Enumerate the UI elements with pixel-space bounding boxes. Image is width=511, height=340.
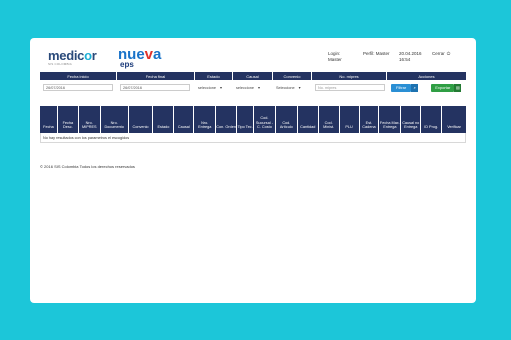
nueva-eps-logo: nueva eps — [118, 46, 162, 69]
col-header: Causal — [174, 106, 195, 133]
main-panel: medicor SIS COLOMBIA nueva eps Login: Ma… — [30, 38, 476, 303]
col-header: Fecha Max. Entrega — [379, 106, 402, 133]
datetime: 20.04.2016 16:54 — [399, 51, 422, 63]
export-button[interactable]: Exportar ▤ — [431, 83, 462, 92]
chevron-down-icon: ▾ — [219, 86, 222, 90]
col-header: Verificar — [442, 106, 466, 133]
filters-header-row: Fecha inicio Fecha final Estado Causal C… — [40, 72, 466, 80]
power-icon: ⏻ — [446, 51, 451, 56]
login-info: Login: Master — [328, 51, 342, 63]
col-header: Con. Orden — [216, 106, 238, 133]
col-header: Tipo Tec. — [237, 106, 254, 133]
login-value: Master — [328, 57, 342, 62]
col-header: Convenio — [128, 106, 154, 133]
filter-button[interactable]: Filtrar ⌕ — [391, 83, 419, 92]
file-icon: ▤ — [454, 83, 462, 92]
col-header: Causal no Entrega — [401, 106, 422, 133]
col-header: ID Prog. — [421, 106, 443, 133]
footer-copyright: © 2016 SIS Colombia Todos los derechos r… — [40, 164, 135, 169]
fecha-final-input[interactable]: 26/07/2016 — [120, 84, 190, 91]
filter-header-mipres: No. mipres — [312, 72, 387, 80]
filter-header-acciones: Acciones — [387, 72, 466, 80]
results-table: Fecha Fecha Desc. Nro. MIPRES Nro. Docum… — [40, 106, 466, 143]
col-header: Cod. Artículo — [275, 106, 298, 133]
col-header: Cod. Sucursal - C. Costo — [254, 106, 276, 133]
col-header: Fecha Desc. — [57, 106, 79, 133]
current-time: 16:54 — [399, 57, 411, 62]
search-icon: ⌕ — [411, 83, 419, 92]
col-header: PLU — [339, 106, 360, 133]
logout-label: Cerrar — [432, 51, 445, 56]
estado-select[interactable]: seleccione ▾ — [198, 85, 222, 91]
medicor-logo: medicor SIS COLOMBIA — [48, 48, 97, 66]
col-header: Estado — [153, 106, 175, 133]
fecha-inicio-input[interactable]: 26/07/2016 — [43, 84, 113, 91]
col-header: Cod. Minist. — [318, 106, 340, 133]
col-header: Cantidad — [297, 106, 319, 133]
logout-link[interactable]: Cerrar ⏻ — [432, 51, 450, 57]
page-header: medicor SIS COLOMBIA nueva eps Login: Ma… — [30, 38, 476, 72]
empty-results-message: No hay resultados con los parametros el … — [40, 133, 466, 143]
table-header-row: Fecha Fecha Desc. Nro. MIPRES Nro. Docum… — [40, 106, 466, 133]
profile-label: Perfil: Master — [363, 51, 390, 56]
filter-header-convenio: Convenio — [273, 72, 312, 80]
col-header: Fecha — [40, 106, 58, 133]
filters-panel: Fecha inicio Fecha final Estado Causal C… — [40, 72, 466, 95]
col-header: Nro. Entrega — [194, 106, 217, 133]
filter-header-estado: Estado — [195, 72, 233, 80]
col-header: Nro. MIPRES — [78, 106, 101, 133]
col-header: Est. Cadena — [359, 106, 380, 133]
filter-header-causal: Causal — [233, 72, 273, 80]
col-header: Nro. Documento — [100, 106, 129, 133]
filter-header-fecha-inicio: Fecha inicio — [40, 72, 117, 80]
filter-header-fecha-final: Fecha final — [117, 72, 195, 80]
causal-select[interactable]: seleccione ▾ — [236, 85, 260, 91]
mipres-input[interactable]: No. mipres — [315, 84, 385, 91]
chevron-down-icon: ▾ — [257, 86, 260, 90]
chevron-down-icon: ▾ — [298, 86, 301, 90]
filters-input-row: 26/07/2016 26/07/2016 seleccione ▾ selecc… — [40, 80, 466, 95]
convenio-select[interactable]: Seleccione ▾ — [276, 85, 301, 91]
